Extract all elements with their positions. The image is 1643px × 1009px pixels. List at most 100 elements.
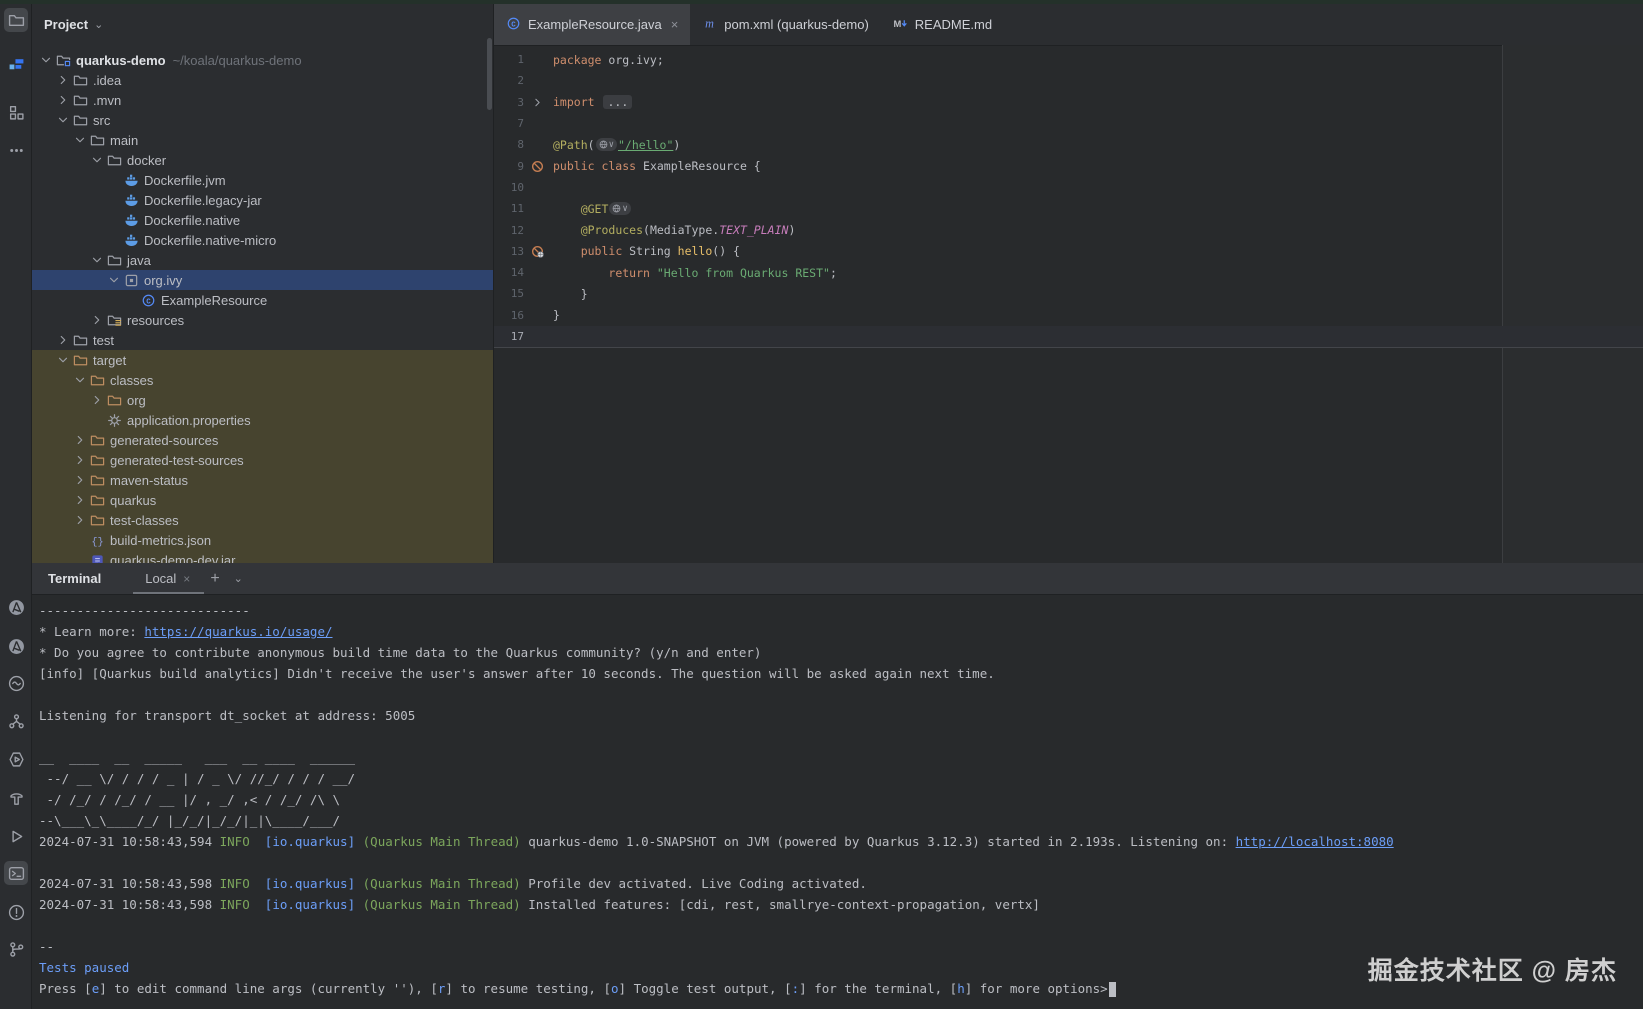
tree-row-test-classes[interactable]: test-classes — [32, 510, 493, 530]
code-line-12[interactable]: 12 @Produces(MediaType.TEXT_PLAIN) — [494, 219, 1643, 240]
code-line-7[interactable]: 7 — [494, 113, 1643, 134]
tree-row-resources[interactable]: resources — [32, 310, 493, 330]
chevron-down-icon[interactable] — [38, 52, 54, 68]
code-line-14[interactable]: 14 return "Hello from Quarkus REST"; — [494, 262, 1643, 283]
tree-row-test[interactable]: test — [32, 330, 493, 350]
chevron-down-icon[interactable] — [72, 372, 88, 388]
tree-row-Dockerfile.jvm[interactable]: Dockerfile.jvm — [32, 170, 493, 190]
code-line-3[interactable]: 3import ... — [494, 92, 1643, 113]
project-scrollbar[interactable] — [487, 38, 492, 110]
chevron-right-icon[interactable] — [55, 92, 71, 108]
chevron-right-icon[interactable] — [72, 452, 88, 468]
editor-body[interactable]: 1package org.ivy;23import ...78@Path(∨"/… — [494, 45, 1643, 563]
editor-tab-README.md[interactable]: MREADME.md — [881, 4, 1004, 45]
chevron-right-icon[interactable] — [55, 72, 71, 88]
project-panel-header[interactable]: Project ⌄ — [32, 4, 493, 44]
noentryg-icon[interactable] — [527, 245, 547, 258]
code-line-10[interactable]: 10 — [494, 177, 1643, 198]
activity-button-project-folder[interactable] — [4, 8, 28, 32]
tree-row-Dockerfile.native-micro[interactable]: Dockerfile.native-micro — [32, 230, 493, 250]
terminal-output[interactable]: ----------------------------* Learn more… — [39, 600, 1643, 1009]
tree-row-main[interactable]: main — [32, 130, 493, 150]
terminal-link[interactable]: http://localhost:8080 — [1236, 834, 1394, 849]
code-line-13[interactable]: 13 public String hello() { — [494, 241, 1643, 262]
activity-button-endpoints-wave[interactable] — [4, 671, 28, 695]
foldchev-icon[interactable] — [527, 96, 547, 109]
chevron-right-icon[interactable] — [55, 332, 71, 348]
rest-endpoint-inlay-icon[interactable]: ∨ — [609, 202, 630, 215]
tree-row-src[interactable]: src — [32, 110, 493, 130]
terminal-options-chevron-icon[interactable]: ⌄ — [234, 572, 243, 585]
activity-button-services-hexagon[interactable] — [4, 747, 28, 771]
activity-button-version-control[interactable] — [4, 937, 28, 961]
tree-row-application.properties[interactable]: application.properties — [32, 410, 493, 430]
chevron-right-icon[interactable] — [89, 312, 105, 328]
activity-button-run-play[interactable] — [4, 824, 28, 848]
tree-row-.idea[interactable]: .idea — [32, 70, 493, 90]
project-tool-window: Project ⌄ quarkus-demo~/koala/quarkus-de… — [32, 4, 493, 563]
tree-row-Dockerfile.native[interactable]: Dockerfile.native — [32, 210, 493, 230]
activity-button-terminal[interactable] — [4, 861, 28, 885]
activity-button-beans-share[interactable] — [4, 709, 28, 733]
tree-row-generated-test-sources[interactable]: generated-test-sources — [32, 450, 493, 470]
tree-label: Dockerfile.jvm — [144, 173, 226, 188]
chevron-down-icon[interactable] — [106, 272, 122, 288]
terminal-line: 2024-07-31 10:58:43,598 INFO [io.quarkus… — [39, 873, 1643, 894]
terminal-line — [39, 684, 1643, 705]
chevron-right-icon[interactable] — [89, 392, 105, 408]
new-terminal-button[interactable]: + — [210, 570, 219, 588]
code-line-11[interactable]: 11 @GET∨ — [494, 198, 1643, 219]
chevron-down-icon[interactable] — [55, 352, 71, 368]
activity-button-more[interactable] — [4, 138, 28, 162]
noentry-icon[interactable] — [527, 160, 547, 173]
editor-tab-ExampleResource.java[interactable]: CExampleResource.java× — [494, 4, 690, 45]
rest-endpoint-inlay-icon[interactable]: ∨ — [596, 138, 617, 151]
close-icon[interactable]: × — [671, 17, 679, 32]
tree-label: ExampleResource — [161, 293, 267, 308]
tree-row-.mvn[interactable]: .mvn — [32, 90, 493, 110]
chevron-right-icon[interactable] — [72, 512, 88, 528]
chevron-down-icon[interactable] — [89, 152, 105, 168]
tree-row-docker[interactable]: docker — [32, 150, 493, 170]
activity-button-ansible-a[interactable] — [4, 595, 28, 619]
close-icon[interactable]: × — [183, 572, 190, 586]
tree-row-java[interactable]: java — [32, 250, 493, 270]
code-line-2[interactable]: 2 — [494, 70, 1643, 91]
tree-row-build-metrics.json[interactable]: {}build-metrics.json — [32, 530, 493, 550]
code-line-17[interactable]: 17 — [494, 326, 1643, 348]
activity-button-ansible-a2[interactable] — [4, 634, 28, 658]
tree-row-ExampleResource[interactable]: CExampleResource — [32, 290, 493, 310]
chevron-right-icon[interactable] — [72, 472, 88, 488]
chevron-down-icon[interactable] — [72, 132, 88, 148]
tree-row-org.ivy[interactable]: org.ivy — [32, 270, 493, 290]
activity-button-problems[interactable] — [4, 900, 28, 924]
folder-icon — [71, 72, 89, 88]
tree-label: quarkus-demo-dev.jar — [110, 553, 235, 564]
activity-button-structure[interactable] — [4, 100, 28, 124]
code-line-8[interactable]: 8@Path(∨"/hello") — [494, 134, 1643, 155]
tree-row-quarkus[interactable]: quarkus — [32, 490, 493, 510]
tree-row-quarkus-demo[interactable]: quarkus-demo~/koala/quarkus-demo — [32, 50, 493, 70]
activity-button-blue-plugin[interactable] — [4, 52, 28, 76]
tree-row-classes[interactable]: classes — [32, 370, 493, 390]
code-line-9[interactable]: 9public class ExampleResource { — [494, 155, 1643, 176]
tree-row-generated-sources[interactable]: generated-sources — [32, 430, 493, 450]
chevron-right-icon[interactable] — [72, 432, 88, 448]
tree-row-target[interactable]: target — [32, 350, 493, 370]
chevron-down-icon[interactable] — [55, 112, 71, 128]
code-text: @GET∨ — [549, 202, 632, 216]
activity-button-build-hammer[interactable] — [4, 786, 28, 810]
code-line-16[interactable]: 16} — [494, 305, 1643, 326]
tree-row-maven-status[interactable]: maven-status — [32, 470, 493, 490]
tree-row-quarkus-demo-dev.jar[interactable]: quarkus-demo-dev.jar — [32, 550, 493, 563]
tree-row-org[interactable]: org — [32, 390, 493, 410]
svg-text:m: m — [705, 16, 714, 30]
chevron-down-icon[interactable] — [89, 252, 105, 268]
chevron-right-icon[interactable] — [72, 492, 88, 508]
terminal-link[interactable]: https://quarkus.io/usage/ — [144, 624, 332, 639]
terminal-tab-local[interactable]: Local × — [141, 563, 194, 594]
editor-tab-pom.xml (quarkus-demo)[interactable]: mpom.xml (quarkus-demo) — [690, 4, 881, 45]
code-line-15[interactable]: 15 } — [494, 283, 1643, 304]
tree-row-Dockerfile.legacy-jar[interactable]: Dockerfile.legacy-jar — [32, 190, 493, 210]
code-line-1[interactable]: 1package org.ivy; — [494, 49, 1643, 70]
